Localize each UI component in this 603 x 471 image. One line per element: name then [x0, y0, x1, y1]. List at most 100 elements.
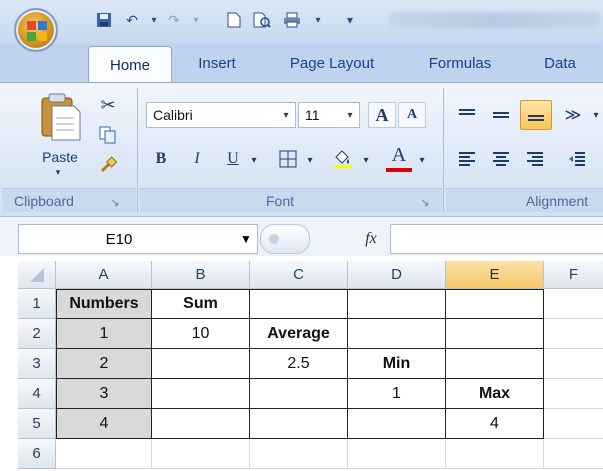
print-icon[interactable]	[282, 10, 302, 30]
cell-c1[interactable]	[250, 289, 348, 319]
cell-b3[interactable]	[152, 349, 250, 379]
cell-c4[interactable]	[250, 379, 348, 409]
cell-f3[interactable]	[544, 349, 603, 379]
cell-c6[interactable]	[250, 439, 348, 469]
cell-f5[interactable]	[544, 409, 603, 439]
column-header-d[interactable]: D	[348, 261, 446, 289]
borders-icon[interactable]	[274, 146, 302, 172]
cell-a5[interactable]: 4	[56, 409, 152, 439]
formula-bar-knob[interactable]	[260, 224, 310, 254]
row-header-4[interactable]: 4	[18, 379, 56, 409]
column-header-c[interactable]: C	[250, 261, 348, 289]
cell-d2[interactable]	[348, 319, 446, 349]
row-header-2[interactable]: 2	[18, 319, 56, 349]
redo-icon[interactable]: ↷	[164, 10, 184, 30]
cell-a1[interactable]: Numbers	[56, 289, 152, 319]
bold-button[interactable]: B	[148, 146, 174, 172]
column-header-f[interactable]: F	[544, 261, 603, 289]
row-header-3[interactable]: 3	[18, 349, 56, 379]
undo-dropdown-icon[interactable]: ▾	[144, 10, 164, 30]
customize-qat-icon[interactable]: ▾	[340, 10, 360, 30]
cell-c5[interactable]	[250, 409, 348, 439]
cell-c2[interactable]: Average	[250, 319, 348, 349]
cell-d5[interactable]	[348, 409, 446, 439]
cell-d1[interactable]	[348, 289, 446, 319]
cell-c3[interactable]: 2.5	[250, 349, 348, 379]
paste-dropdown-icon[interactable]: ▾	[48, 166, 68, 178]
cell-d3[interactable]: Min	[348, 349, 446, 379]
name-box-dropdown-icon[interactable]: ▼	[238, 228, 254, 250]
tab-home[interactable]: Home	[88, 46, 172, 84]
decrease-indent-icon[interactable]	[562, 146, 592, 172]
font-launcher-icon[interactable]: ↘	[418, 195, 432, 209]
italic-button[interactable]: I	[184, 146, 210, 172]
align-center-icon[interactable]	[486, 146, 516, 172]
cell-e5[interactable]: 4	[446, 409, 544, 439]
tab-page-layout[interactable]: Page Layout	[270, 46, 394, 80]
cell-f1[interactable]	[544, 289, 603, 319]
paste-icon[interactable]	[36, 92, 82, 144]
font-color-dropdown-icon[interactable]: ▾	[416, 150, 428, 170]
cell-a4[interactable]: 3	[56, 379, 152, 409]
font-size-dropdown-icon[interactable]: ▾	[342, 104, 358, 126]
font-color-button[interactable]: A	[384, 142, 414, 168]
cell-e2[interactable]	[446, 319, 544, 349]
font-name-box[interactable]: Calibri	[146, 102, 296, 128]
align-middle-icon[interactable]	[486, 102, 516, 128]
clipboard-launcher-icon[interactable]: ↘	[108, 195, 122, 209]
cell-e6[interactable]	[446, 439, 544, 469]
orientation-dropdown-icon[interactable]: ▾	[590, 106, 602, 124]
new-icon[interactable]	[224, 10, 244, 30]
cell-b4[interactable]	[152, 379, 250, 409]
tab-insert[interactable]: Insert	[180, 46, 254, 80]
cut-icon[interactable]: ✂	[96, 94, 120, 116]
paste-button[interactable]: Paste	[34, 148, 86, 166]
formula-input[interactable]	[390, 224, 603, 254]
cell-a3[interactable]: 2	[56, 349, 152, 379]
fill-color-dropdown-icon[interactable]: ▾	[360, 150, 372, 170]
orientation-icon[interactable]: ≫	[556, 102, 590, 128]
copy-icon[interactable]	[96, 124, 120, 146]
cell-b2[interactable]: 10	[152, 319, 250, 349]
redo-dropdown-icon[interactable]: ▾	[186, 10, 206, 30]
select-all-corner[interactable]	[18, 261, 56, 289]
align-top-icon[interactable]	[452, 102, 482, 128]
row-header-1[interactable]: 1	[18, 289, 56, 319]
cell-d6[interactable]	[348, 439, 446, 469]
name-box[interactable]: E10	[18, 224, 258, 254]
align-right-icon[interactable]	[520, 146, 550, 172]
column-header-a[interactable]: A	[56, 261, 152, 289]
cell-b6[interactable]	[152, 439, 250, 469]
borders-dropdown-icon[interactable]: ▾	[304, 150, 316, 170]
font-name-dropdown-icon[interactable]: ▾	[278, 104, 294, 126]
align-left-icon[interactable]	[452, 146, 482, 172]
cell-f6[interactable]	[544, 439, 603, 469]
align-bottom-icon[interactable]	[520, 100, 552, 130]
column-header-e[interactable]: E	[446, 261, 544, 289]
tab-formulas[interactable]: Formulas	[410, 46, 510, 80]
format-painter-icon[interactable]	[96, 154, 120, 176]
fill-color-icon[interactable]	[328, 146, 358, 172]
column-header-b[interactable]: B	[152, 261, 250, 289]
cell-b1[interactable]: Sum	[152, 289, 250, 319]
cell-e4[interactable]: Max	[446, 379, 544, 409]
grow-font-button[interactable]: A	[368, 102, 396, 128]
tab-data[interactable]: Data	[528, 46, 592, 80]
shrink-font-button[interactable]: A	[398, 102, 426, 128]
underline-button[interactable]: U	[220, 146, 246, 172]
print-preview-icon[interactable]	[252, 10, 272, 30]
row-header-5[interactable]: 5	[18, 409, 56, 439]
underline-dropdown-icon[interactable]: ▾	[248, 150, 260, 170]
cell-d4[interactable]: 1	[348, 379, 446, 409]
save-icon[interactable]	[94, 10, 114, 30]
cell-a6[interactable]	[56, 439, 152, 469]
insert-function-button[interactable]: fx	[356, 224, 386, 254]
qat-dropdown-icon[interactable]: ▾	[308, 10, 328, 30]
cell-e1[interactable]	[446, 289, 544, 319]
cell-e3[interactable]	[446, 349, 544, 379]
cell-f4[interactable]	[544, 379, 603, 409]
undo-icon[interactable]: ↶	[122, 10, 142, 30]
row-header-6[interactable]: 6	[18, 439, 56, 469]
office-button[interactable]	[14, 8, 58, 52]
cell-a2[interactable]: 1	[56, 319, 152, 349]
